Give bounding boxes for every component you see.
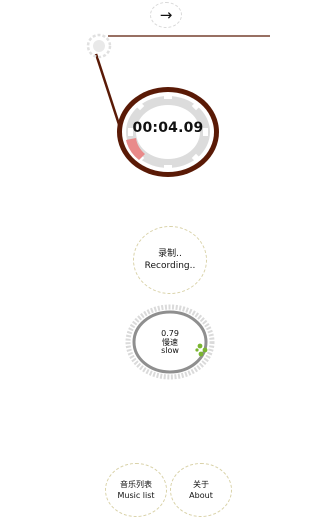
music-list-label-cn: 音乐列表 bbox=[120, 480, 152, 489]
speed-label-en: slow bbox=[161, 346, 179, 355]
about-label-en: About bbox=[189, 491, 213, 500]
about-label-cn: 关于 bbox=[193, 480, 209, 489]
tonearm-pivot-icon bbox=[86, 33, 112, 59]
speed-readout: 0.79 慢速 slow bbox=[150, 329, 190, 360]
elapsed-time: 00:04.09 bbox=[132, 120, 204, 136]
music-list-button[interactable]: 音乐列表 Music list bbox=[105, 463, 167, 517]
record-label-en: Recording.. bbox=[144, 261, 196, 271]
record-button[interactable]: 录制.. Recording.. bbox=[133, 226, 207, 294]
music-list-label-en: Music list bbox=[117, 491, 155, 500]
about-button[interactable]: 关于 About bbox=[170, 463, 232, 517]
record-label-cn: 录制.. bbox=[158, 249, 182, 259]
